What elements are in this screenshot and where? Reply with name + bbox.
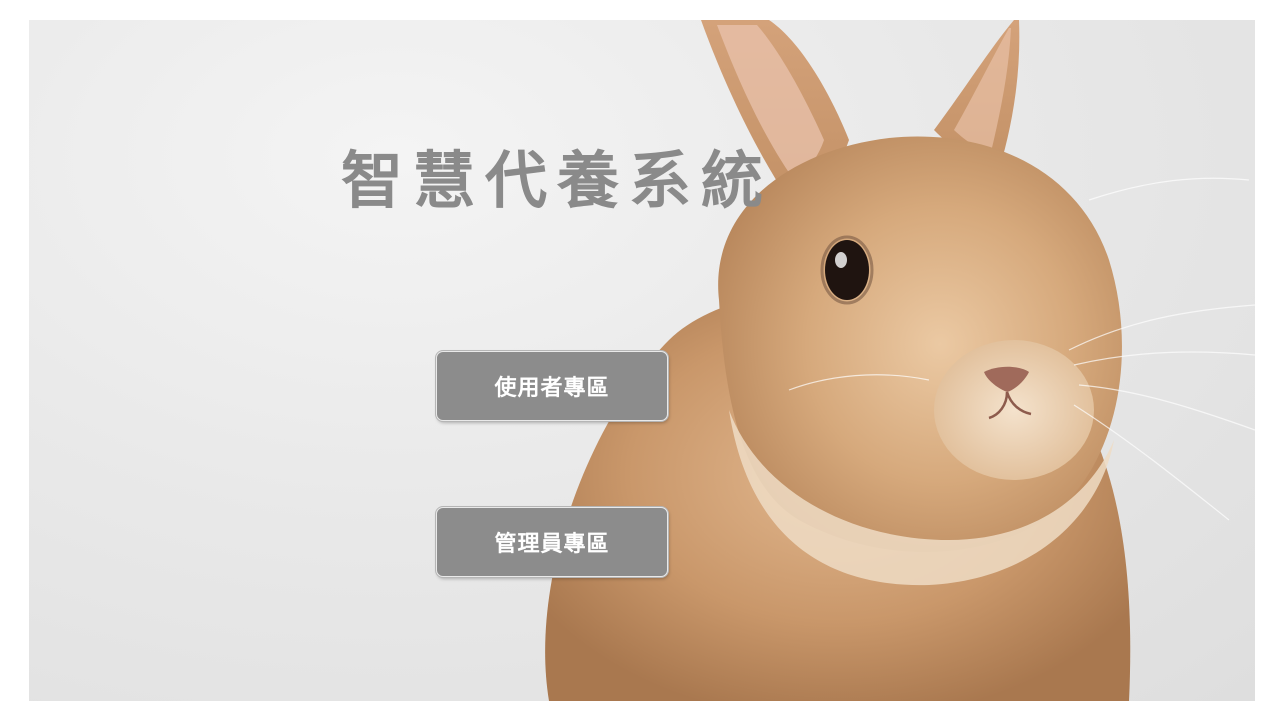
user-zone-button[interactable]: 使用者專區 bbox=[436, 351, 668, 421]
admin-zone-button[interactable]: 管理員專區 bbox=[436, 507, 668, 577]
page-title: 智慧代養系統 bbox=[341, 144, 774, 217]
rabbit-eye bbox=[825, 240, 869, 300]
home-screen: 智慧代養系統 使用者專區 管理員專區 bbox=[29, 20, 1255, 701]
rabbit-muzzle bbox=[934, 340, 1094, 480]
